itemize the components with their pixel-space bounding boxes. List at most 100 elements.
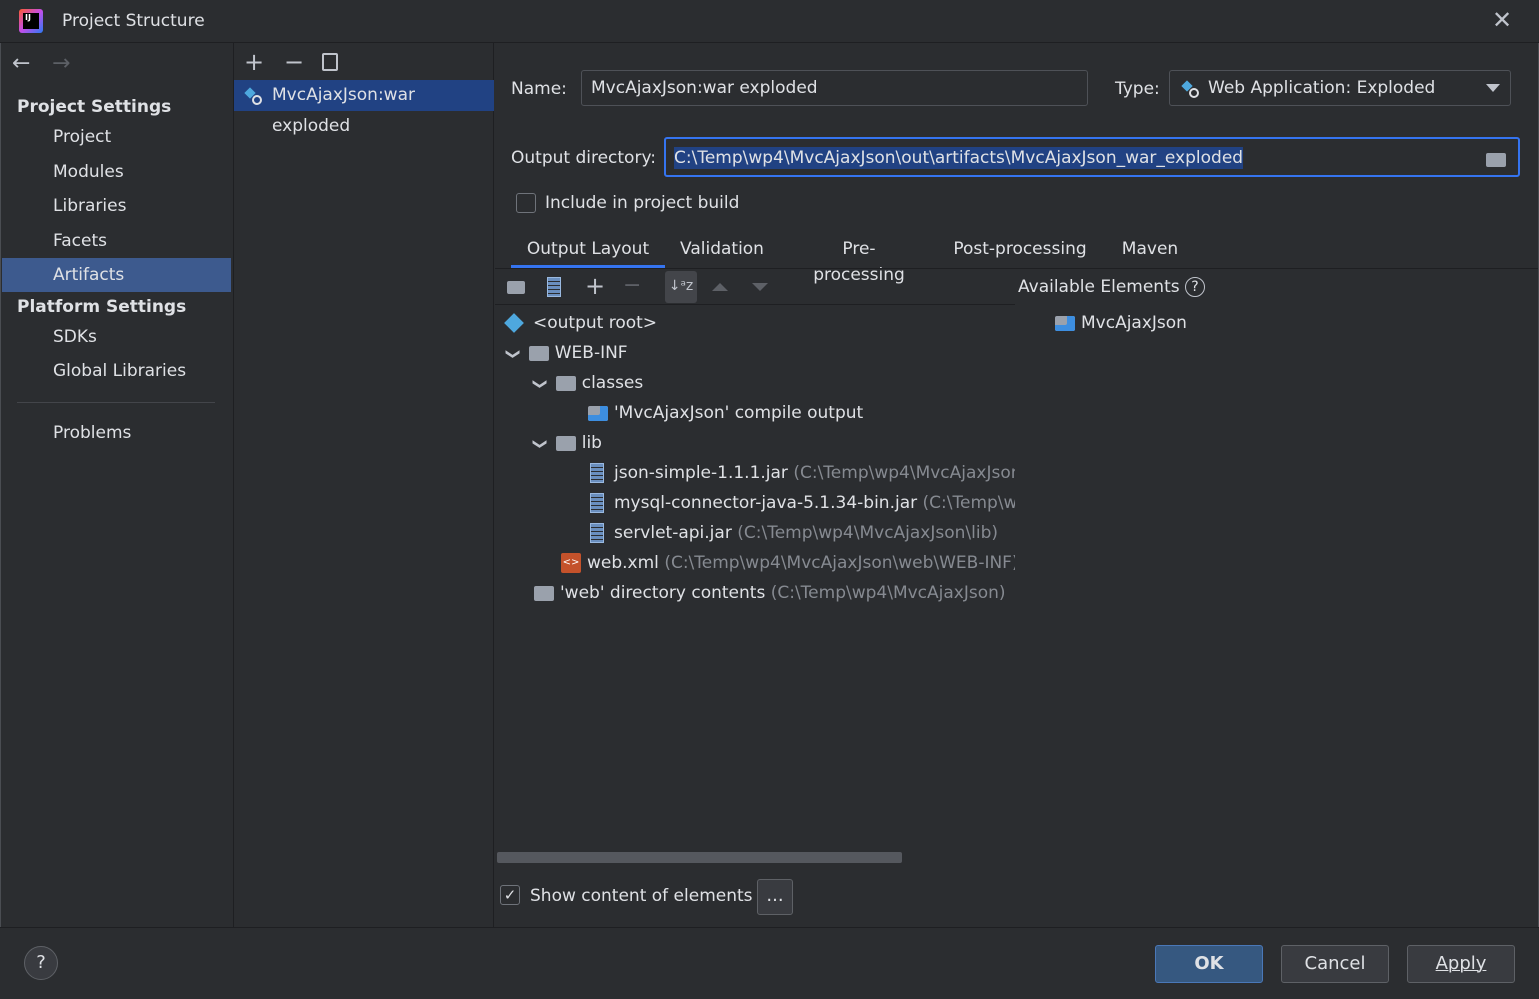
output-root-label: <output root>: [533, 313, 658, 333]
compile-output-label: 'MvcAjaxJson' compile output: [614, 403, 864, 423]
move-up-icon: [712, 283, 728, 291]
ok-button[interactable]: OK: [1155, 945, 1263, 983]
output-root-icon: [504, 313, 524, 333]
sidebar-item-facets[interactable]: Facets: [2, 224, 231, 258]
web-xml-path: (C:\Temp\wp4\MvcAjaxJson\web\WEB-INF): [664, 553, 1015, 573]
folder-icon: [555, 435, 576, 451]
archive-icon[interactable]: [547, 277, 561, 297]
jar-path: (C:\Temp\wp4': [922, 493, 1015, 513]
intellij-logo-icon: IJ: [19, 9, 43, 33]
remove-icon[interactable]: −: [284, 48, 304, 76]
project-settings-header: Project Settings: [17, 97, 172, 117]
jar-name: json-simple-1.1.1.jar: [614, 463, 788, 483]
folder-icon: [555, 375, 576, 391]
jar-icon: [590, 493, 604, 513]
output-directory-value: C:\Temp\wp4\MvcAjaxJson\out\artifacts\Mv…: [674, 147, 1244, 169]
jar-name: mysql-connector-java-5.1.34-bin.jar: [614, 493, 918, 513]
sidebar-item-libraries[interactable]: Libraries: [2, 189, 231, 223]
tree-row-classes[interactable]: ❯ classes: [532, 368, 644, 398]
sidebar-divider: [17, 402, 215, 403]
show-content-checkbox[interactable]: ✓: [500, 885, 520, 905]
sidebar-item-project[interactable]: Project: [2, 120, 231, 154]
sidebar-item-problems[interactable]: Problems: [2, 416, 231, 450]
type-label: Type:: [1115, 79, 1160, 99]
available-elements-label: Available Elements: [1018, 277, 1180, 297]
folder-open-icon[interactable]: [1486, 153, 1506, 167]
artifact-list-item-label: MvcAjaxJson:war exploded: [272, 85, 415, 136]
new-folder-icon[interactable]: [507, 281, 525, 294]
folder-icon: [528, 345, 549, 361]
folder-icon: [534, 585, 554, 601]
sort-alphabetically-icon[interactable]: ↓ᵃz: [665, 271, 697, 303]
help-icon[interactable]: ?: [1185, 277, 1205, 297]
add-copy-icon[interactable]: +: [585, 271, 605, 301]
platform-settings-header: Platform Settings: [17, 297, 187, 317]
module-output-icon: [588, 405, 608, 421]
output-layout-tree: <output root> ❯ WEB-INF ❯ classes 'MvcAjax…: [495, 306, 1015, 851]
web-artifact-icon: [1181, 80, 1199, 98]
output-directory-label: Output directory:: [511, 148, 656, 168]
include-build-label: Include in project build: [545, 193, 740, 213]
name-field[interactable]: MvcAjaxJson:war exploded: [581, 70, 1088, 106]
module-label: MvcAjaxJson: [1081, 313, 1187, 333]
tree-row-jar-json-simple[interactable]: json-simple-1.1.1.jar (C:\Temp\wp4\MvcAj…: [590, 458, 1015, 488]
classes-label: classes: [581, 373, 644, 393]
horizontal-scrollbar[interactable]: [497, 852, 902, 863]
copy-icon[interactable]: [322, 53, 338, 71]
forward-arrow-icon: →: [52, 51, 71, 76]
sidebar-item-sdks[interactable]: SDKs: [2, 320, 231, 354]
web-xml-name: web.xml: [587, 553, 659, 573]
chevron-down-icon[interactable]: ❯: [525, 438, 555, 450]
type-select[interactable]: Web Application: Exploded: [1169, 70, 1511, 106]
dialog-footer: ? OK Cancel Apply: [0, 927, 1539, 999]
web-directory-path: (C:\Temp\wp4\MvcAjaxJson): [770, 583, 1006, 603]
tree-row-web-inf[interactable]: ❯ WEB-INF: [505, 338, 628, 368]
tree-row-jar-servlet[interactable]: servlet-api.jar (C:\Temp\wp4\MvcAjaxJson…: [590, 518, 998, 548]
show-content-label: Show content of elements: [530, 886, 753, 906]
xml-file-icon: <>: [561, 553, 581, 573]
tab-output-layout[interactable]: Output Layout: [511, 236, 665, 268]
jar-icon: [590, 523, 604, 543]
jar-path: (C:\Temp\wp4\MvcAjaxJson\li: [793, 463, 1015, 483]
show-content-options-button[interactable]: ...: [757, 879, 793, 915]
remove-element-icon: −: [623, 273, 642, 298]
close-icon[interactable]: ✕: [1490, 8, 1514, 32]
tab-pre-processing[interactable]: Pre-processing: [797, 236, 921, 285]
tree-row-compile-output[interactable]: 'MvcAjaxJson' compile output: [588, 398, 863, 428]
jar-name: servlet-api.jar: [614, 523, 732, 543]
sidebar: ← → Project Settings Project Modules Lib…: [2, 43, 231, 927]
help-button[interactable]: ?: [24, 946, 58, 980]
available-elements-title: Available Elements ?: [1018, 277, 1205, 297]
tab-maven[interactable]: Maven: [1119, 236, 1181, 268]
web-artifact-icon: [244, 87, 262, 105]
apply-button[interactable]: Apply: [1407, 945, 1515, 983]
chevron-down-icon[interactable]: ❯: [498, 348, 528, 360]
tree-row-web-xml[interactable]: <> web.xml (C:\Temp\wp4\MvcAjaxJson\web\W…: [561, 548, 1015, 578]
tree-row-output-root[interactable]: <output root>: [504, 308, 658, 338]
add-icon[interactable]: +: [244, 48, 264, 76]
tab-post-processing[interactable]: Post-processing: [953, 236, 1087, 268]
artifact-list-item[interactable]: MvcAjaxJson:war exploded: [234, 80, 494, 136]
artifacts-list-pane: + − MvcAjaxJson:war exploded: [233, 43, 494, 927]
tree-row-web-directory[interactable]: 'web' directory contents (C:\Temp\wp4\Mv…: [534, 578, 1006, 608]
back-arrow-icon[interactable]: ←: [12, 51, 30, 76]
lib-label: lib: [581, 433, 602, 453]
artifact-editor: Name: MvcAjaxJson:war exploded Type: Web…: [495, 43, 1538, 927]
title-bar: IJ Project Structure ✕: [0, 0, 1539, 43]
tree-row-lib[interactable]: ❯ lib: [532, 428, 602, 458]
tree-row-jar-mysql[interactable]: mysql-connector-java-5.1.34-bin.jar (C:\…: [590, 488, 1015, 518]
sidebar-item-global-libraries[interactable]: Global Libraries: [2, 354, 231, 388]
jar-path: (C:\Temp\wp4\MvcAjaxJson\lib): [737, 523, 999, 543]
cancel-button[interactable]: Cancel: [1281, 945, 1389, 983]
include-build-checkbox[interactable]: [516, 193, 536, 213]
tab-validation[interactable]: Validation: [679, 236, 765, 268]
sidebar-item-artifacts[interactable]: Artifacts: [2, 258, 231, 292]
move-down-icon: [752, 283, 768, 291]
type-select-value: Web Application: Exploded: [1208, 78, 1436, 98]
available-module-item[interactable]: MvcAjaxJson: [1055, 308, 1187, 338]
web-inf-label: WEB-INF: [554, 343, 628, 363]
sidebar-item-modules[interactable]: Modules: [2, 155, 231, 189]
chevron-down-icon[interactable]: ❯: [525, 378, 555, 390]
window-title: Project Structure: [62, 11, 205, 31]
output-directory-field[interactable]: C:\Temp\wp4\MvcAjaxJson\out\artifacts\Mv…: [664, 137, 1520, 177]
